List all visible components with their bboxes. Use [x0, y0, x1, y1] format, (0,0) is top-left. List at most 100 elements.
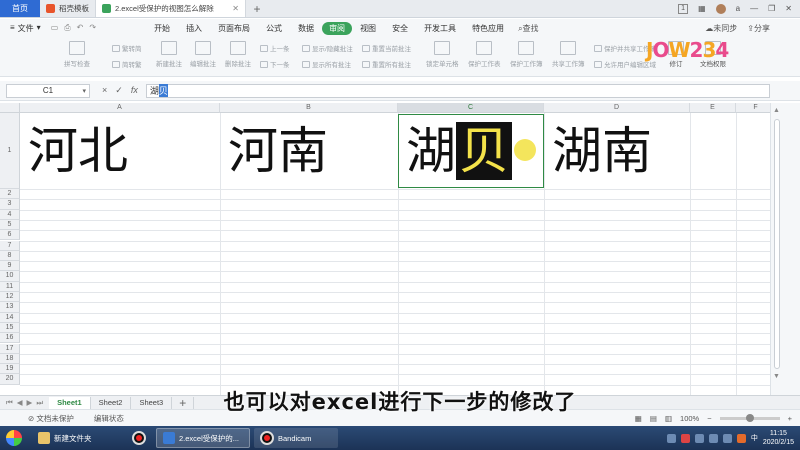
vertical-scrollbar[interactable]: ▲ ▼ [770, 103, 800, 395]
tray-ime-icon[interactable] [736, 433, 746, 443]
cell-b1[interactable]: 河南 [222, 114, 328, 188]
row-header-16[interactable]: 16 [0, 333, 20, 344]
home-tab[interactable]: 首页 [0, 0, 40, 17]
reset-all-button[interactable]: 重置所有批注 [362, 59, 411, 69]
fx-icon[interactable]: fx [131, 85, 138, 96]
tab-active-document[interactable]: 2.excel受保护的视图怎么解除 ✕ [96, 0, 246, 17]
tab-features[interactable]: 特色应用 [464, 23, 512, 34]
close-icon[interactable]: ✕ [232, 4, 239, 13]
scroll-thumb[interactable] [774, 119, 780, 369]
column-header-c[interactable]: C [398, 103, 544, 113]
taskbar-folder[interactable]: 新建文件夹 [32, 428, 122, 448]
tab-page-layout[interactable]: 页面布局 [210, 23, 258, 34]
row-header-12[interactable]: 12 [0, 292, 20, 303]
column-header-b[interactable]: B [220, 103, 398, 113]
confirm-icon[interactable]: ✓ [115, 85, 123, 96]
cell-a1[interactable]: 河北 [22, 114, 128, 188]
row-header-17[interactable]: 17 [0, 343, 20, 354]
select-all-corner[interactable] [0, 103, 20, 113]
file-menu[interactable]: ≡ 文件 ▾ [0, 23, 51, 34]
column-header-d[interactable]: D [544, 103, 690, 113]
row-header-7[interactable]: 7 [0, 240, 20, 251]
undo-icon[interactable]: ↶ [77, 23, 84, 33]
reset-current-button[interactable]: 重置当前批注 [362, 43, 411, 53]
share-button[interactable]: ⇪分享 [747, 23, 770, 34]
taskbar-bandicam[interactable]: Bandicam [254, 428, 338, 448]
row-header-8[interactable]: 8 [0, 250, 20, 262]
cancel-icon[interactable]: × [102, 85, 107, 96]
tray-record-icon[interactable] [680, 433, 690, 443]
row-header-6[interactable]: 6 [0, 230, 20, 241]
lock-cell-button[interactable]: 锁定单元格 [426, 41, 459, 68]
tray-qq-icon[interactable] [708, 433, 718, 443]
share-workbook-button[interactable]: 共享工作簿 [552, 41, 585, 68]
taskbar-recorder[interactable] [126, 428, 152, 448]
tab-formulas[interactable]: 公式 [258, 23, 290, 34]
next-comment-button[interactable]: 下一条 [260, 59, 290, 69]
tab-data[interactable]: 数据 [290, 23, 322, 34]
tray-network-icon[interactable] [694, 433, 704, 443]
row-header-9[interactable]: 9 [0, 261, 20, 272]
row-header-15[interactable]: 15 [0, 322, 20, 334]
column-header-f[interactable]: F [736, 103, 770, 113]
print-icon[interactable]: ⎙ [64, 23, 70, 33]
tab-docer-templates[interactable]: 稻壳模板 [40, 0, 96, 17]
scroll-up-icon[interactable]: ▲ [773, 107, 780, 114]
comment-icon [161, 41, 177, 55]
simp-trad-button[interactable]: 简转繁 [112, 59, 142, 69]
cell-d1[interactable]: 湖南 [546, 114, 652, 188]
column-header-e[interactable]: E [690, 103, 736, 113]
minimize-icon[interactable]: — [750, 4, 758, 13]
row-header-13[interactable]: 13 [0, 302, 20, 313]
trad-simp-button[interactable]: 繁转简 [112, 43, 142, 53]
row-header-1[interactable]: 1 [0, 113, 20, 189]
row-header-4[interactable]: 4 [0, 209, 20, 220]
column-header-a[interactable]: A [20, 103, 220, 113]
spell-check-button[interactable]: 拼写检查 [64, 41, 90, 68]
prev-comment-button[interactable]: 上一条 [260, 43, 290, 53]
ime-lang[interactable]: 中 [751, 433, 758, 443]
row-header-18[interactable]: 18 [0, 353, 20, 365]
tab-security[interactable]: 安全 [384, 23, 416, 34]
formula-input[interactable]: 湖贝 [145, 83, 770, 98]
taskbar-wps[interactable]: 2.excel受保护的... [156, 428, 250, 448]
protect-workbook-button[interactable]: 保护工作簿 [510, 41, 543, 68]
tray-volume-icon[interactable] [722, 433, 732, 443]
row-header-3[interactable]: 3 [0, 199, 20, 210]
tab-developer[interactable]: 开发工具 [416, 23, 464, 34]
protect-sheet-button[interactable]: 保护工作表 [468, 41, 501, 68]
row-header-5[interactable]: 5 [0, 219, 20, 231]
row-header-11[interactable]: 11 [0, 281, 20, 292]
sync-button[interactable]: ☁未同步 [705, 23, 737, 34]
tab-review[interactable]: 审阅 [322, 21, 353, 35]
show-all-comments-button[interactable]: 显示所有批注 [302, 59, 351, 69]
row-header-19[interactable]: 19 [0, 364, 20, 375]
row-header-2[interactable]: 2 [0, 189, 20, 200]
show-hide-comment-button[interactable]: 显示/隐藏批注 [302, 43, 353, 53]
name-box[interactable]: C1 [6, 83, 90, 98]
new-tab-button[interactable]: + [246, 0, 268, 17]
tab-view[interactable]: 视图 [352, 23, 384, 34]
row-header-14[interactable]: 14 [0, 312, 20, 323]
tab-insert[interactable]: 插入 [178, 23, 210, 34]
save-icon[interactable]: ▭ [51, 23, 59, 33]
delete-comment-button[interactable]: 删除批注 [225, 41, 251, 68]
start-button[interactable] [0, 426, 28, 450]
scroll-down-icon[interactable]: ▼ [773, 373, 780, 380]
close-window-icon[interactable]: ✕ [785, 4, 792, 13]
spreadsheet-grid[interactable]: A B C D E F 1 2 3 4 5 6 7 8 9 10 11 12 13 14 15 16 17 18 1… [0, 103, 770, 395]
new-comment-button[interactable]: 新建批注 [156, 41, 182, 68]
tab-home[interactable]: 开始 [146, 23, 178, 34]
clock[interactable]: 11:15 2020/2/15 [763, 429, 794, 447]
edit-comment-button[interactable]: 编辑批注 [190, 41, 216, 68]
row-header-20[interactable]: 20 [0, 374, 20, 385]
avatar[interactable] [715, 3, 726, 14]
search-button[interactable]: ⌕查找 [518, 23, 538, 34]
page-badge[interactable]: 1 [678, 3, 689, 14]
row-header-10[interactable]: 10 [0, 271, 20, 282]
restore-icon[interactable]: ❐ [768, 4, 775, 13]
tray-app-icon[interactable] [666, 433, 676, 443]
zoom-slider[interactable] [719, 413, 780, 422]
grid-icon[interactable]: ▦ [698, 4, 706, 13]
redo-icon[interactable]: ↷ [89, 23, 96, 33]
